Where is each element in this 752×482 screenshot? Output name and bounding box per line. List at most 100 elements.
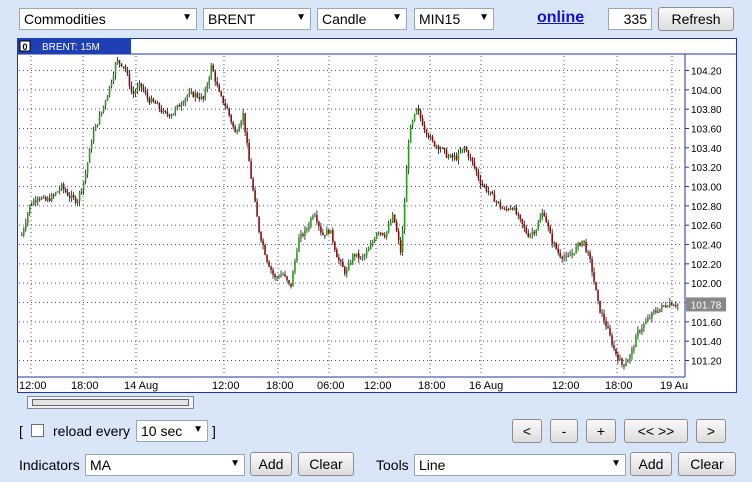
- candle-body: [563, 257, 565, 259]
- bracket-open: [: [19, 423, 23, 439]
- online-link[interactable]: online: [537, 9, 584, 27]
- bar-count-input[interactable]: 335: [608, 8, 652, 30]
- candle-body: [290, 283, 292, 287]
- candle-body: [423, 125, 426, 130]
- candle-body: [535, 229, 538, 234]
- candle-body: [184, 98, 187, 103]
- indicators-label: Indicators: [19, 457, 80, 473]
- candle-body: [146, 92, 149, 99]
- candle-body: [216, 81, 219, 86]
- candle-body: [405, 169, 408, 202]
- candle-body: [467, 151, 470, 158]
- candle-body: [22, 229, 25, 235]
- tools-label: Tools: [376, 457, 409, 473]
- candle-body: [429, 136, 432, 138]
- candle-body: [104, 101, 107, 106]
- candle-body: [206, 84, 209, 90]
- candle-body: [112, 75, 115, 82]
- add-indicator-button[interactable]: Add: [250, 452, 292, 476]
- candle-body: [338, 257, 340, 261]
- candle-body: [527, 233, 530, 237]
- indicator-value: MA: [90, 457, 111, 473]
- candle-body: [669, 302, 671, 307]
- candle-body: [617, 354, 619, 360]
- candle-body: [553, 242, 555, 244]
- candle-body: [557, 248, 559, 253]
- candle-body: [419, 111, 422, 119]
- candle-body: [657, 311, 659, 313]
- candle-body: [585, 241, 587, 252]
- candle-body: [487, 191, 490, 193]
- tool-select[interactable]: Line ▼: [414, 454, 626, 476]
- candle-body: [208, 77, 211, 85]
- candle-body: [387, 224, 390, 232]
- candle-body: [102, 105, 105, 112]
- candle-body: [411, 120, 414, 126]
- candle-body: [342, 261, 344, 267]
- refresh-button[interactable]: Refresh: [658, 7, 734, 31]
- candle-body: [68, 195, 71, 198]
- candle-body: [252, 178, 254, 191]
- candle-body: [367, 249, 370, 252]
- y-tick-label: 104.00: [691, 86, 722, 97]
- timeframe-select[interactable]: MIN15 ▼: [414, 8, 494, 30]
- candle-body: [120, 63, 123, 67]
- candle-body: [326, 229, 328, 236]
- horizontal-scrollbar[interactable]: [27, 396, 194, 409]
- candle-body: [357, 253, 360, 259]
- candle-body: [479, 178, 482, 185]
- reload-checkbox[interactable]: [31, 424, 44, 437]
- category-select[interactable]: Commodities ▼: [19, 8, 197, 30]
- candle-body: [629, 355, 631, 360]
- fit-all-button[interactable]: << >>: [624, 419, 688, 443]
- candle-body: [453, 155, 456, 158]
- candle-body: [461, 148, 464, 152]
- symbol-select[interactable]: BRENT ▼: [203, 8, 311, 30]
- candle-body: [314, 215, 316, 217]
- candle-body: [118, 60, 121, 64]
- candle-body: [266, 254, 268, 262]
- candle-body: [212, 65, 215, 72]
- candle-body: [517, 214, 520, 216]
- candle-body: [457, 152, 460, 160]
- candle-body: [363, 254, 366, 257]
- scrollbar-thumb[interactable]: [32, 399, 189, 406]
- candle-body: [220, 91, 222, 96]
- candle-body: [320, 226, 322, 233]
- candle-body: [34, 200, 37, 202]
- candle-body: [371, 241, 374, 245]
- candle-body: [351, 254, 354, 264]
- indicator-select[interactable]: MA ▼: [85, 454, 245, 476]
- candle-body: [455, 155, 458, 160]
- x-tick-label: 16 Aug: [469, 380, 503, 392]
- candle-body: [661, 305, 663, 309]
- clear-indicator-button[interactable]: Clear: [298, 452, 354, 476]
- candle-body: [74, 197, 77, 203]
- candle-body: [194, 93, 197, 98]
- candle-body: [316, 215, 318, 222]
- zoom-in-button[interactable]: +: [586, 419, 616, 443]
- candle-body: [489, 191, 492, 193]
- zoom-out-button[interactable]: -: [550, 419, 578, 443]
- candle-body: [100, 111, 103, 116]
- candle-body: [491, 191, 494, 194]
- price-chart[interactable]: 104.20 104.00 103.80 103.60 103.40 103.20 103.…: [17, 38, 737, 393]
- chart-type-select[interactable]: Candle ▼: [317, 8, 407, 30]
- scroll-right-button[interactable]: >: [696, 419, 726, 443]
- scroll-left-button[interactable]: <: [512, 419, 542, 443]
- candle-body: [282, 274, 284, 276]
- candle-body: [539, 217, 542, 223]
- candle-body: [288, 280, 290, 284]
- candle-body: [164, 110, 167, 113]
- clear-tool-button[interactable]: Clear: [678, 452, 736, 476]
- y-tick-label: 102.00: [691, 279, 722, 290]
- candle-body: [501, 207, 504, 209]
- reload-interval-select[interactable]: 10 sec ▼: [136, 420, 208, 442]
- candle-body: [417, 108, 420, 112]
- candle-body: [30, 204, 33, 206]
- x-tick-label: 12:00: [552, 380, 580, 392]
- candle-body: [559, 252, 561, 257]
- candle-body: [170, 115, 173, 117]
- candle-body: [437, 145, 440, 150]
- add-tool-button[interactable]: Add: [630, 452, 672, 476]
